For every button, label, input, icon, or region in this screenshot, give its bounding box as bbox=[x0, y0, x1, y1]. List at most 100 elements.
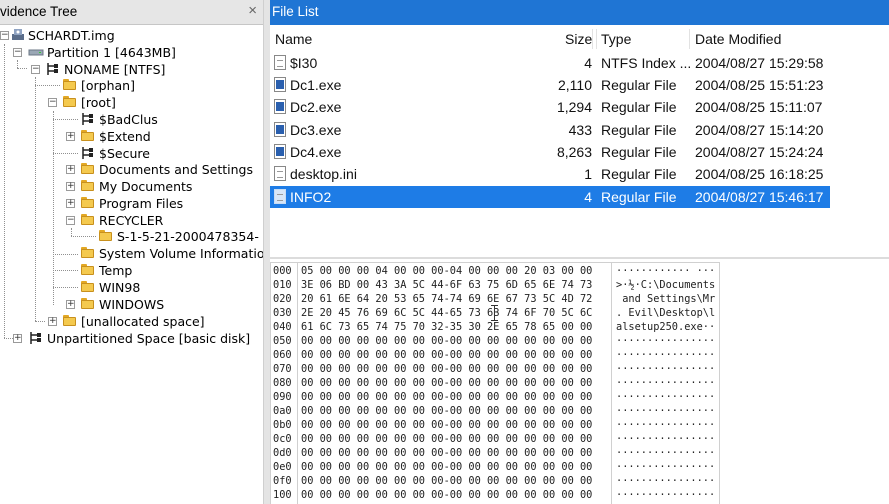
hex-ascii: ················ bbox=[616, 405, 716, 417]
column-header-date-modified[interactable]: Date Modified bbox=[695, 27, 781, 51]
system-file-icon bbox=[80, 146, 96, 160]
executable-icon bbox=[274, 99, 286, 114]
expand-icon[interactable]: + bbox=[13, 334, 22, 343]
hex-bytes: 00 00 00 00 00 00 00 00-00 00 00 00 00 0… bbox=[301, 419, 593, 431]
file-row-desktop-ini[interactable]: desktop.ini 1 Regular File 2004/08/25 16… bbox=[270, 163, 830, 185]
hex-bytes: 61 6C 73 65 74 75 70 32-35 30 2E 65 78 6… bbox=[301, 321, 593, 333]
collapse-icon[interactable]: − bbox=[0, 31, 9, 40]
hex-offset: 030 bbox=[273, 307, 292, 319]
hex-bytes: 20 61 6E 64 20 53 65 74-74 69 6E 67 73 5… bbox=[301, 293, 593, 305]
file-row-dc3-exe[interactable]: Dc3.exe 433 Regular File 2004/08/27 15:1… bbox=[270, 119, 830, 141]
file-date-modified: 2004/08/27 15:46:17 bbox=[695, 189, 824, 205]
hex-offset: 100 bbox=[273, 489, 292, 501]
folder-icon bbox=[80, 213, 96, 227]
hex-offset: 000 bbox=[273, 265, 292, 277]
folder-icon bbox=[80, 129, 96, 143]
system-file-icon bbox=[28, 331, 44, 345]
file-name: Dc1.exe bbox=[290, 77, 342, 93]
hex-offset: 060 bbox=[273, 349, 292, 361]
column-header-name[interactable]: Name bbox=[275, 27, 312, 51]
file-date-modified: 2004/08/27 15:14:20 bbox=[695, 122, 824, 138]
folder-icon bbox=[80, 179, 96, 193]
folder-icon bbox=[80, 246, 96, 260]
file-type: Regular File bbox=[601, 99, 677, 115]
folder-icon bbox=[80, 280, 96, 294]
file-list-header: File List bbox=[270, 0, 889, 25]
hex-ascii: . Evil\Desktop\l bbox=[616, 307, 716, 319]
file-date-modified: 2004/08/25 16:18:25 bbox=[695, 166, 824, 182]
column-separator[interactable] bbox=[596, 29, 597, 49]
file-list-panel: File List Name Size Type Date Modified $… bbox=[270, 0, 889, 257]
evidence-tree-header: vidence Tree × bbox=[0, 0, 263, 25]
hex-ascii: ················ bbox=[616, 447, 716, 459]
close-icon[interactable]: × bbox=[248, 2, 257, 19]
expand-icon[interactable]: + bbox=[66, 165, 75, 174]
file-name: desktop.ini bbox=[290, 166, 357, 182]
tree-node-label: [root] bbox=[81, 95, 116, 110]
hex-bytes: 00 00 00 00 00 00 00 00-00 00 00 00 00 0… bbox=[301, 433, 593, 445]
expand-icon[interactable]: + bbox=[66, 300, 75, 309]
file-date-modified: 2004/08/27 15:24:24 bbox=[695, 144, 824, 160]
file-row-dc1-exe[interactable]: Dc1.exe 2,110 Regular File 2004/08/25 15… bbox=[270, 74, 830, 96]
hex-bytes: 05 00 00 00 04 00 00 00-04 00 00 00 20 0… bbox=[301, 265, 593, 277]
folder-icon bbox=[62, 95, 78, 109]
collapse-icon[interactable]: − bbox=[48, 98, 57, 107]
tree-node-label: $Extend bbox=[99, 129, 151, 144]
collapse-icon[interactable]: − bbox=[31, 65, 40, 74]
hex-offset: 0c0 bbox=[273, 433, 292, 445]
hex-view-panel[interactable]: 000 05 00 00 00 04 00 00 00-04 00 00 00 2… bbox=[270, 257, 889, 504]
hex-offset: 080 bbox=[273, 377, 292, 389]
text-cursor-icon bbox=[491, 305, 499, 321]
hex-ascii: alsetup250.exe·· bbox=[616, 321, 716, 333]
file-type: Regular File bbox=[601, 144, 677, 160]
hex-offset: 0e0 bbox=[273, 461, 292, 473]
expand-icon[interactable]: + bbox=[66, 199, 75, 208]
hex-offset: 0d0 bbox=[273, 447, 292, 459]
collapse-icon[interactable]: − bbox=[13, 48, 22, 57]
executable-icon bbox=[274, 122, 286, 137]
tree-node-label: S-1-5-21-2000478354- bbox=[117, 229, 259, 244]
hex-ascii: ················ bbox=[616, 475, 716, 487]
file-type: Regular File bbox=[601, 166, 677, 182]
offset-column-separator bbox=[297, 262, 298, 504]
file-row-dc2-exe[interactable]: Dc2.exe 1,294 Regular File 2004/08/25 15… bbox=[270, 96, 830, 118]
partition-icon bbox=[28, 45, 44, 59]
tree-node-label: Unpartitioned Space [basic disk] bbox=[47, 331, 251, 346]
hex-bytes: 00 00 00 00 00 00 00 00-00 00 00 00 00 0… bbox=[301, 447, 593, 459]
executable-icon bbox=[274, 77, 286, 92]
file-size: 8,263 bbox=[556, 144, 592, 160]
column-separator[interactable] bbox=[689, 29, 690, 49]
hex-bytes: 00 00 00 00 00 00 00 00-00 00 00 00 00 0… bbox=[301, 489, 593, 501]
hex-bytes: 00 00 00 00 00 00 00 00-00 00 00 00 00 0… bbox=[301, 461, 593, 473]
file-size: 1,294 bbox=[556, 99, 592, 115]
collapse-icon[interactable]: − bbox=[66, 216, 75, 225]
tree-node-label: RECYCLER bbox=[99, 213, 164, 228]
tree-node-label: WINDOWS bbox=[99, 297, 165, 312]
disk-image-icon bbox=[10, 28, 26, 42]
file-size: 2,110 bbox=[558, 77, 592, 93]
tree-node-label: $BadClus bbox=[99, 112, 158, 127]
tree-node-label: Partition 1 [4643MB] bbox=[47, 45, 176, 60]
expand-icon[interactable]: + bbox=[48, 317, 57, 326]
column-header-type[interactable]: Type bbox=[601, 27, 631, 51]
tree-node-label: $Secure bbox=[99, 146, 150, 161]
hex-bytes: 00 00 00 00 00 00 00 00-00 00 00 00 00 0… bbox=[301, 363, 593, 375]
folder-icon bbox=[62, 78, 78, 92]
pane-splitter[interactable] bbox=[263, 0, 270, 504]
tree-node-label: My Documents bbox=[99, 179, 193, 194]
hex-offset: 070 bbox=[273, 363, 292, 375]
hex-offset: 040 bbox=[273, 321, 292, 333]
file-date-modified: 2004/08/25 15:51:23 bbox=[695, 77, 824, 93]
file-row-info2[interactable]: INFO2 4 Regular File 2004/08/27 15:46:17 bbox=[270, 186, 830, 208]
column-header-size[interactable]: Size bbox=[565, 27, 592, 51]
file-row-dc4-exe[interactable]: Dc4.exe 8,263 Regular File 2004/08/27 15… bbox=[270, 141, 830, 163]
file-row-i30[interactable]: $I30 4 NTFS Index ... 2004/08/27 15:29:5… bbox=[270, 52, 830, 74]
tree-node-label: NONAME [NTFS] bbox=[64, 62, 166, 77]
file-size: 4 bbox=[584, 55, 592, 71]
hex-ascii: >·½·C:\Documents bbox=[616, 279, 716, 291]
expand-icon[interactable]: + bbox=[66, 182, 75, 191]
hex-bytes: 2E 20 45 76 69 6C 5C 44-65 73 6B 74 6F 7… bbox=[301, 307, 593, 319]
file-name: Dc3.exe bbox=[290, 122, 342, 138]
expand-icon[interactable]: + bbox=[66, 132, 75, 141]
tree-node-label: [unallocated space] bbox=[81, 314, 205, 329]
